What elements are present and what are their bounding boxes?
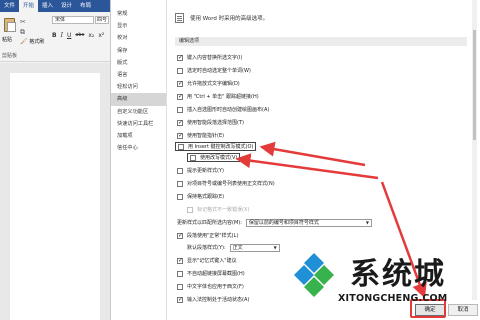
checkbox[interactable] (177, 167, 183, 174)
option-no-hyperlink-screenshots[interactable]: 不自动超链接屏幕截图(H) (177, 269, 245, 278)
nav-item-proofing[interactable]: 校对 (111, 32, 166, 44)
option-use-normal-style[interactable]: 段落使用"正常"样式(L) (177, 231, 238, 240)
checkbox[interactable] (177, 67, 183, 74)
default-paragraph-style-label: 默认段落样式(Y): (187, 245, 226, 251)
section-header-editing-options: 编辑选项 (175, 37, 467, 46)
paste-style-select[interactable]: 保留以前的编号和项目符号样式 ▼ (245, 218, 372, 227)
scrollbar-thumb[interactable] (473, 30, 476, 140)
checkbox[interactable] (177, 283, 183, 290)
word-window: 文件 开始 插入 设计 布局 粘贴 ✂ ⧉ 🖌 格式刷 剪贴板 宋体 四号 B … (0, 0, 110, 320)
option-chinese-font-western[interactable]: 中文字体也应用于西文(F) (177, 282, 244, 291)
font-size-select[interactable]: 四号 (95, 16, 109, 24)
paste-button[interactable]: 粘贴 (2, 16, 18, 50)
paste-style-row: 更新样式以匹配所选内容(M): 保留以前的编号和项目符号样式 ▼ (177, 218, 372, 227)
checkbox[interactable] (177, 119, 183, 126)
paste-label: 粘贴 (2, 37, 13, 43)
format-buttons: B I U abc x₂ x² (52, 32, 104, 39)
option-overtype-mode[interactable]: 使用改写模式(V) (187, 153, 241, 162)
chevron-down-icon: ▼ (273, 244, 277, 250)
ribbon: 粘贴 ✂ ⧉ 🖌 格式刷 剪贴板 宋体 四号 B I U abc x₂ x² (0, 12, 110, 62)
checkbox[interactable] (177, 296, 183, 303)
nav-item-advanced[interactable]: 高级 (111, 93, 166, 106)
checkbox (187, 206, 193, 213)
tab-design[interactable]: 设计 (57, 0, 76, 12)
default-paragraph-style-row: 默认段落样式(Y): 正文 ▼ (187, 243, 280, 252)
checkbox[interactable] (177, 93, 183, 100)
option-auto-drawing-canvas[interactable]: 插入自选图形时自动创建绘图画布(A) (177, 105, 269, 114)
nav-item-addins[interactable]: 加载项 (111, 130, 166, 142)
superscript-button[interactable]: x² (98, 32, 104, 39)
font-name-select[interactable]: 宋体 (52, 16, 94, 24)
option-prompt-update-style[interactable]: 提示更新样式(Y) (177, 166, 224, 175)
default-paragraph-style-select[interactable]: 正文 ▼ (229, 243, 280, 252)
italic-button[interactable]: I (61, 32, 63, 39)
nav-item-customize-ribbon[interactable]: 自定义功能区 (111, 106, 166, 118)
bold-button[interactable]: B (52, 32, 57, 39)
format-painter-label: 格式刷 (29, 39, 45, 45)
checkbox[interactable] (177, 54, 183, 61)
option-mark-format-inconsistencies: 标记格式不一致错误(X) (187, 205, 249, 214)
checkbox[interactable] (177, 232, 183, 239)
paste-style-label: 更新样式以匹配所选内容(M): (177, 220, 242, 226)
option-drag-drop-editing[interactable]: 允许拖放式文字编辑(D) (177, 79, 240, 88)
word-options-dialog: 常规 显示 校对 保存 版式 语言 轻松访问 高级 自定义功能区 快速访问工具栏… (110, 0, 480, 320)
option-keep-track-formatting[interactable]: 保持格式跟踪(E) (177, 192, 224, 201)
ok-button-highlight (410, 299, 446, 318)
ribbon-tabs: 文件 开始 插入 设计 布局 (0, 0, 110, 12)
option-normal-style-lists[interactable]: 对项目符号或编号列表使用正文样式(N) (177, 179, 275, 188)
nav-item-language[interactable]: 语言 (111, 69, 166, 81)
option-auto-select-word[interactable]: 选定时自动选定整个单词(W) (177, 66, 251, 75)
options-nav: 常规 显示 校对 保存 版式 语言 轻松访问 高级 自定义功能区 快速访问工具栏… (111, 0, 167, 320)
options-scrollbar[interactable] (472, 0, 477, 300)
nav-item-typography[interactable]: 版式 (111, 57, 166, 69)
checkbox[interactable] (177, 180, 183, 187)
document-page[interactable] (10, 73, 100, 320)
underline-button[interactable]: U (67, 32, 71, 39)
intro-text: 使用 Word 时采用的高级选项。 (190, 16, 269, 22)
tab-insert[interactable]: 插入 (38, 0, 57, 12)
options-content: 使用 Word 时采用的高级选项。 编辑选项 键入内容替换所选文字(I) 选定时… (171, 0, 477, 320)
copy-icon[interactable]: ⧉ (20, 28, 25, 37)
option-autocomplete-suggestions[interactable]: 显示"记忆式键入"建议 (177, 256, 237, 265)
nav-item-trust-center[interactable]: 信任中心 (111, 142, 166, 154)
tab-home[interactable]: 开始 (19, 0, 39, 12)
option-smart-paragraph-selection[interactable]: 使用智能段落选择范围(T) (177, 118, 244, 127)
tab-file[interactable]: 文件 (0, 0, 19, 12)
option-typing-replaces-selection[interactable]: 键入内容替换所选文字(I) (177, 53, 242, 62)
brush-icon: 🖌 (20, 38, 28, 45)
cancel-button[interactable]: 取消 (448, 304, 478, 316)
document-area (0, 63, 110, 320)
settings-page-icon (175, 13, 184, 23)
checkbox[interactable] (177, 106, 183, 113)
checkbox[interactable] (177, 80, 183, 87)
clipboard-group-label: 剪贴板 (2, 53, 18, 59)
checkbox[interactable] (177, 193, 183, 200)
checkbox[interactable] (178, 143, 184, 150)
intro: 使用 Word 时采用的高级选项。 (175, 13, 268, 23)
option-ctrl-click-hyperlink[interactable]: 用 "Ctrl + 单击" 跟踪超链接(H) (177, 92, 259, 101)
scissors-icon[interactable]: ✂ (20, 18, 26, 26)
strikethrough-button[interactable]: abc (75, 32, 84, 39)
subscript-button[interactable]: x₂ (88, 32, 94, 39)
chevron-down-icon: ▼ (365, 219, 369, 225)
option-smart-cursoring[interactable]: 使用智能指针(E) (177, 131, 224, 140)
option-ime-control-active[interactable]: 输入法控制处于活动状态(A) (177, 295, 249, 304)
nav-item-quick-access-toolbar[interactable]: 快速访问工具栏 (111, 118, 166, 130)
nav-item-general[interactable]: 常规 (111, 8, 166, 20)
nav-item-display[interactable]: 显示 (111, 20, 166, 32)
clipboard-icon (4, 18, 16, 32)
checkbox[interactable] (190, 154, 196, 161)
checkbox[interactable] (177, 270, 183, 277)
option-insert-key-overtype[interactable]: 用 Insert 键控制改写模式(O) (175, 142, 257, 151)
format-painter-button[interactable]: 🖌 格式刷 (20, 38, 44, 45)
tab-layout[interactable]: 布局 (76, 0, 95, 12)
nav-item-save[interactable]: 保存 (111, 45, 166, 57)
nav-item-accessibility[interactable]: 轻松访问 (111, 81, 166, 93)
checkbox[interactable] (177, 132, 183, 139)
checkbox[interactable] (177, 257, 183, 264)
